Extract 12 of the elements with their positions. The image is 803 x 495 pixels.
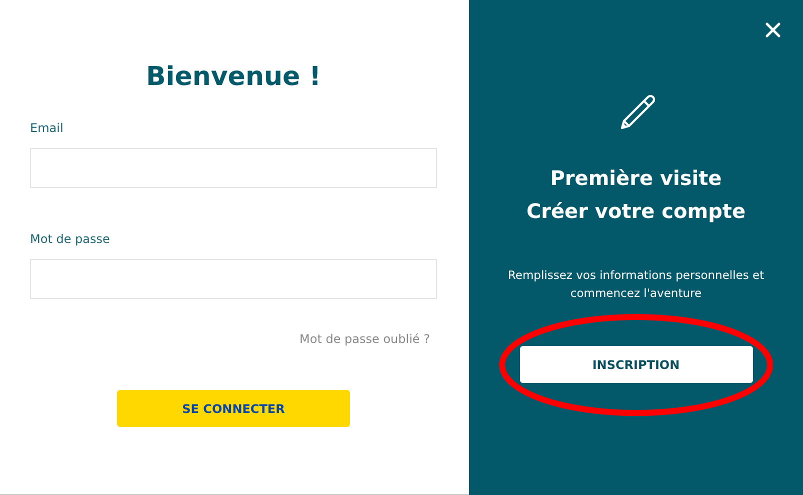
field-label: Email xyxy=(30,121,64,137)
welcome-title: Bienvenue ! xyxy=(144,62,322,92)
input-field[interactable] xyxy=(30,148,437,188)
signup-button[interactable]: INSCRIPTION xyxy=(520,346,752,383)
field-label: Mot de passe xyxy=(30,232,111,248)
forgot-password-link[interactable]: Mot de passe oublié ? xyxy=(300,332,430,346)
signup-heading: Première visite xyxy=(550,165,722,192)
signup-heading: Créer votre compte xyxy=(526,198,746,225)
login-button[interactable]: SE CONNECTER xyxy=(117,390,350,427)
close-icon[interactable] xyxy=(765,22,781,38)
input-field[interactable] xyxy=(30,259,437,299)
signup-description: Remplissez vos informations personnelles et commencez l'aventure xyxy=(506,267,766,302)
